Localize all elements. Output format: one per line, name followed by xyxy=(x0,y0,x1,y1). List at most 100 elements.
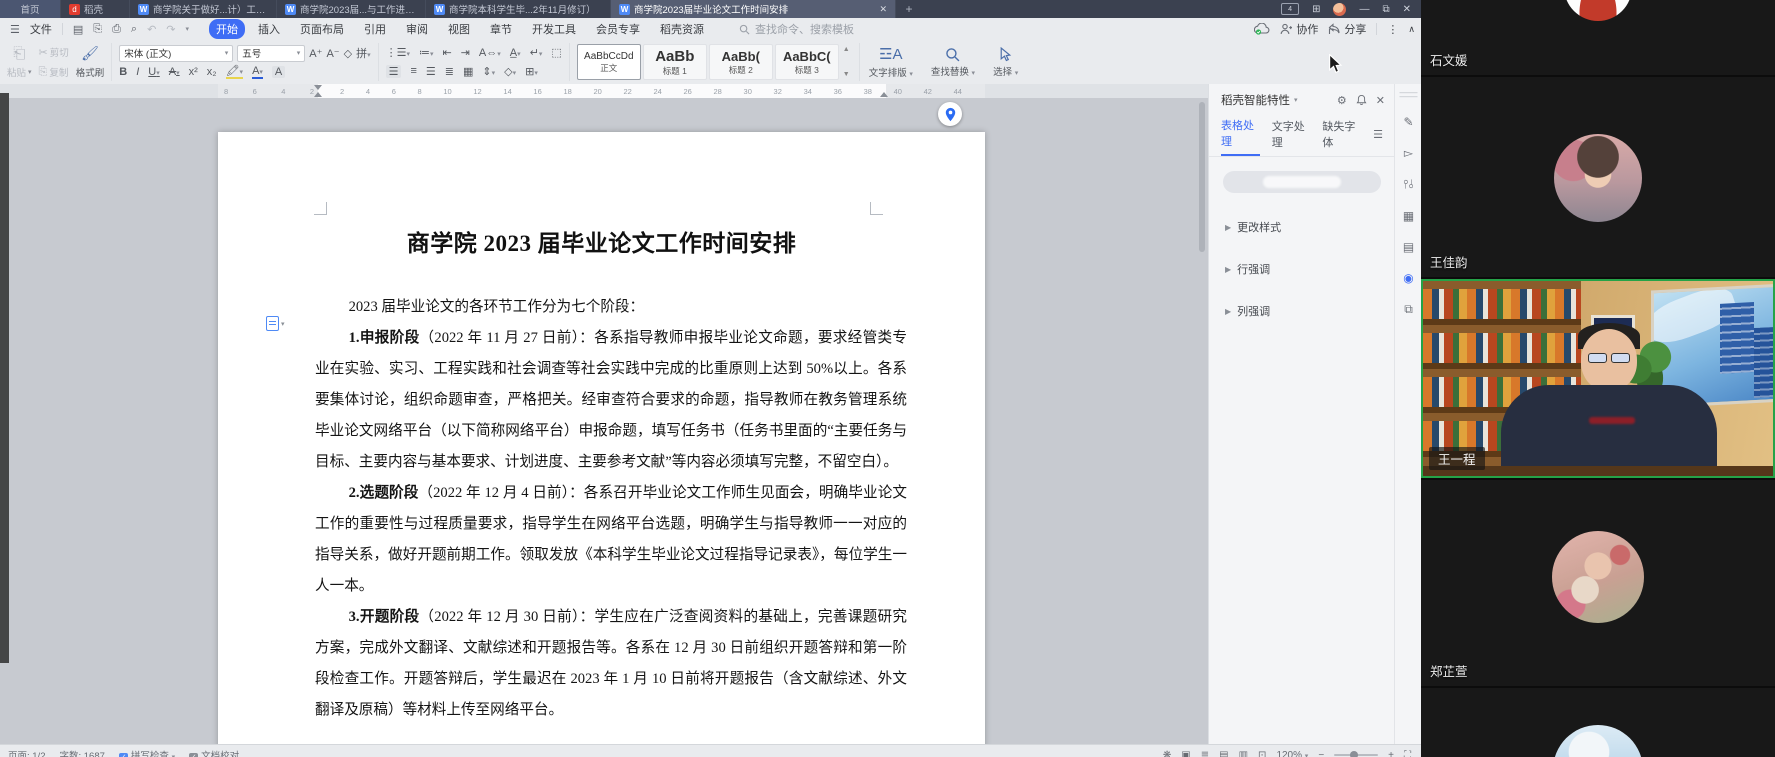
cloud-saved-icon[interactable] xyxy=(1254,23,1270,35)
align-center-icon[interactable]: ≡ xyxy=(410,65,416,77)
wrap-icon[interactable]: ↵▾ xyxy=(530,46,543,59)
select-tool[interactable]: 选择 ▾ xyxy=(984,47,1027,78)
document-page[interactable]: 商学院 2023 届毕业论文工作时间安排 2023 届毕业论文的各环节工作分为七… xyxy=(218,132,985,744)
copy-page-icon[interactable]: ⧉ xyxy=(1404,302,1413,317)
panel-tab-table[interactable]: 表格处理 xyxy=(1221,117,1260,156)
font-size-select[interactable]: 五号▾ xyxy=(237,45,305,62)
borders-icon[interactable]: ⊞▾ xyxy=(525,65,538,78)
participant-tile[interactable]: 郑芷萱 xyxy=(1421,480,1775,686)
tab-docer[interactable]: d 稻壳 xyxy=(61,0,130,18)
chevron-down-icon[interactable]: ▾ xyxy=(186,25,190,33)
paste-icon[interactable]: ⎗ xyxy=(13,45,25,62)
decrease-font-icon[interactable]: A⁻ xyxy=(326,47,339,60)
align-left-icon[interactable]: ☰ xyxy=(386,65,402,78)
outline-view-icon[interactable]: ≣ xyxy=(1201,750,1209,757)
hamburger-icon[interactable]: ☰ xyxy=(10,23,20,36)
window-switch-icon[interactable]: 4 xyxy=(1281,3,1299,15)
participant-tile[interactable]: 王佳韵 xyxy=(1421,77,1775,277)
participant-tile[interactable]: 石文媛 xyxy=(1421,0,1775,75)
zoom-slider[interactable] xyxy=(1334,754,1378,756)
document-area[interactable]: 商学院 2023 届毕业论文工作时间安排 2023 届毕业论文的各环节工作分为七… xyxy=(0,98,1208,744)
tab-close-icon[interactable]: ✕ xyxy=(879,4,887,15)
locate-pin-button[interactable] xyxy=(938,102,962,126)
gear-icon[interactable]: ⚙ xyxy=(1337,94,1347,107)
bell-icon[interactable] xyxy=(1356,94,1367,106)
hanging-indent-marker[interactable] xyxy=(314,92,322,97)
read-view-icon[interactable]: ▥ xyxy=(1239,750,1248,757)
distribute-icon[interactable]: ▦ xyxy=(463,65,473,78)
styles-scroll-down-icon[interactable]: ▼ xyxy=(843,71,850,78)
menu-item-docer-resources[interactable]: 稻壳资源 xyxy=(653,19,711,39)
find-replace-tool[interactable]: 查找替换 ▾ xyxy=(922,47,984,78)
smart-assistant-icon[interactable]: ◉ xyxy=(1403,271,1413,285)
superscript-icon[interactable]: x² xyxy=(189,66,198,78)
drag-handle-icon[interactable]: ———— xyxy=(1400,90,1418,98)
menu-item-insert[interactable]: 插入 xyxy=(251,19,287,39)
panel-item-column-emphasis[interactable]: ▶ 列强调 xyxy=(1209,303,1395,319)
underline-icon[interactable]: U▾ xyxy=(148,66,159,78)
tab-document-3[interactable]: W 商学院本科学生毕...2年11月修订） xyxy=(426,0,611,18)
style-heading2[interactable]: AaBb( 标题 2 xyxy=(709,44,773,80)
line-spacing-icon[interactable]: ⇕▾ xyxy=(482,65,495,78)
style-heading3[interactable]: AaBbC( 标题 3 xyxy=(775,44,839,80)
table-edit-icon[interactable]: ▦ xyxy=(1403,209,1414,223)
menu-item-view[interactable]: 视图 xyxy=(441,19,477,39)
collapse-ribbon-icon[interactable]: ∧ xyxy=(1408,24,1415,35)
panel-item-row-emphasis[interactable]: ▶ 行强调 xyxy=(1209,261,1395,277)
menu-item-section[interactable]: 章节 xyxy=(483,19,519,39)
document-body[interactable]: 2023 届毕业论文的各环节工作分为七个阶段： 1.申报阶段（2022 年 11… xyxy=(315,292,907,726)
tab-document-1[interactable]: W 商学院关于做好...计）工作的通知 xyxy=(130,0,277,18)
menu-item-review[interactable]: 审阅 xyxy=(399,19,435,39)
panel-tabs-menu-icon[interactable]: ☰ xyxy=(1373,128,1383,146)
collaborate-button[interactable]: 协作 xyxy=(1280,21,1318,37)
panel-item-change-style[interactable]: ▶ 更改样式 xyxy=(1209,219,1395,235)
edit-pen-icon[interactable]: ✎ xyxy=(1403,115,1413,129)
apps-grid-icon[interactable]: ⊞ xyxy=(1312,4,1320,15)
shading-icon[interactable]: ◇▾ xyxy=(504,65,516,78)
print-icon[interactable]: ⎙ xyxy=(112,23,121,36)
menu-item-dev-tools[interactable]: 开发工具 xyxy=(525,19,583,39)
word-count[interactable]: 字数: 1687 xyxy=(60,748,105,757)
subscript-icon[interactable]: x₂ xyxy=(207,66,217,78)
menu-item-member[interactable]: 会员专享 xyxy=(589,19,647,39)
character-scale-icon[interactable]: A⇔▾ xyxy=(479,47,501,59)
character-shading-icon[interactable]: A xyxy=(272,66,285,78)
menu-item-page-layout[interactable]: 页面布局 xyxy=(293,19,351,39)
highlight-color-icon[interactable]: 🖍▾ xyxy=(226,64,243,79)
font-name-select[interactable]: 宋体 (正文)▾ xyxy=(119,45,233,62)
text-layout-tool[interactable]: ☲A 文字排版 ▾ xyxy=(860,45,922,79)
zoom-in-button[interactable]: + xyxy=(1388,750,1394,757)
page-view-icon[interactable]: ▣ xyxy=(1181,750,1190,757)
align-right-icon[interactable]: ☰ xyxy=(426,65,436,78)
panel-tab-text[interactable]: 文字处理 xyxy=(1272,118,1311,155)
save-icon[interactable]: ▤ xyxy=(73,23,83,36)
phonetic-guide-icon[interactable]: 拼▾ xyxy=(356,45,371,61)
participant-tile-active-speaker[interactable]: 王一程 xyxy=(1421,279,1775,478)
justify-icon[interactable]: ≣ xyxy=(445,65,454,78)
eye-protect-icon[interactable]: ❋ xyxy=(1163,750,1171,757)
proofread-toggle[interactable]: ✓文档校对 xyxy=(189,748,239,757)
user-avatar[interactable] xyxy=(1333,3,1346,16)
increase-indent-icon[interactable]: ⇥ xyxy=(461,46,470,59)
panel-action-button[interactable] xyxy=(1223,171,1381,193)
select-arrow-icon[interactable]: ▻ xyxy=(1404,146,1413,160)
undo-icon[interactable]: ↶ xyxy=(147,23,156,36)
table-style-icon[interactable]: ▤ xyxy=(1403,240,1414,254)
panel-title-caret[interactable]: ▾ xyxy=(1294,96,1298,104)
bold-icon[interactable]: B xyxy=(119,66,127,78)
first-line-indent-marker[interactable] xyxy=(314,85,322,90)
document-scrollbar[interactable] xyxy=(1198,100,1206,740)
print-preview-icon[interactable]: ⌕ xyxy=(131,23,137,36)
bullet-list-icon[interactable]: ⋮☰▾ xyxy=(386,46,410,59)
format-painter-icon[interactable]: 🖌 xyxy=(81,45,99,62)
more-options-icon[interactable]: ⋮ xyxy=(1387,23,1398,36)
right-indent-marker[interactable] xyxy=(880,92,888,97)
spell-check-toggle[interactable]: ✓拼写检查 ▾ xyxy=(119,748,175,757)
strikethrough-icon[interactable]: A▾ xyxy=(169,66,180,78)
fit-page-icon[interactable]: ⊡ xyxy=(1258,750,1266,757)
font-color-icon[interactable]: A▾ xyxy=(252,65,263,79)
style-heading1[interactable]: AaBb 标题 1 xyxy=(643,44,707,80)
tab-document-active[interactable]: W 商学院2023届毕业论文工作时间安排 ✕ xyxy=(611,0,896,18)
numbered-list-icon[interactable]: ≔▾ xyxy=(419,46,434,59)
style-normal[interactable]: AaBbCcDd 正文 xyxy=(577,44,641,80)
